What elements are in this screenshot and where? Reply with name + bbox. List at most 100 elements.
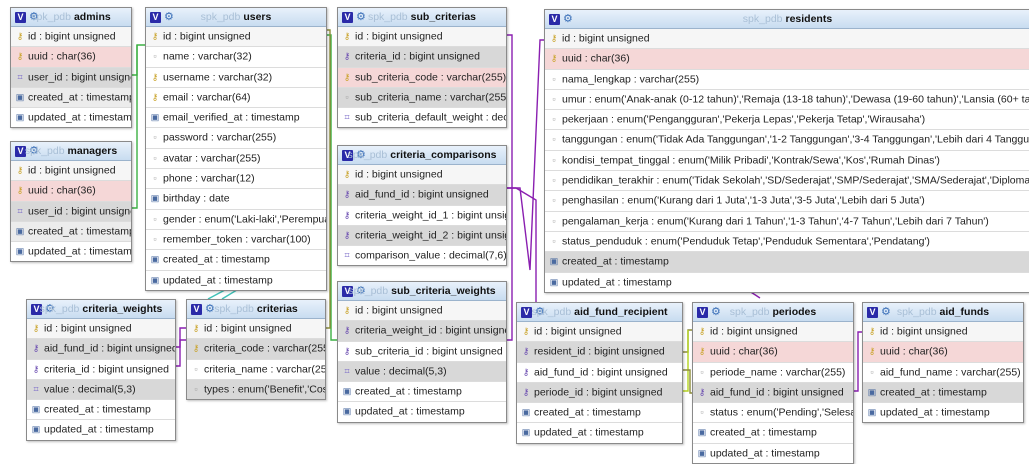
column-row[interactable]: ▣ created_at : timestamp	[863, 381, 1023, 403]
view-toggle-icon[interactable]: V	[15, 145, 26, 157]
column-row[interactable]: ⚷ id : bigint unsigned	[338, 165, 506, 185]
column-row[interactable]: ▫ remember_token : varchar(100)	[146, 228, 326, 249]
column-row[interactable]: ▣ updated_at : timestamp	[693, 442, 853, 463]
table-header[interactable]: V ⚙ spk_pdb residents	[545, 10, 1029, 29]
table-header[interactable]: V ⚙ spk_pdb sub_criterias	[338, 8, 506, 27]
column-row[interactable]: ▫ umur : enum('Anak-anak (0-12 tahun)','R…	[545, 88, 1029, 109]
table-admins[interactable]: V ⚙ spk_pdb admins ⚷ id : bigint unsigned ⚷ uui…	[10, 7, 132, 129]
table-header[interactable]: V ⚙ spk_pdb aid_funds	[863, 303, 1023, 322]
column-row[interactable]: ⚷ id : bigint unsigned	[187, 319, 325, 339]
column-row[interactable]: ⚷ sub_criteria_code : varchar(255)	[338, 66, 506, 87]
table-users[interactable]: V ⚙ spk_pdb users ⚷ id : bigint unsigned ▫ name…	[145, 7, 327, 291]
view-toggle-icon[interactable]: V	[191, 303, 202, 315]
column-row[interactable]: ▣ updated_at : timestamp	[11, 241, 131, 261]
gear-icon[interactable]: ⚙	[205, 300, 215, 318]
gear-icon[interactable]: ⚙	[164, 8, 174, 26]
column-row[interactable]: ⚷ criteria_id : bigint unsigned	[338, 46, 506, 67]
column-row[interactable]: ⚷ id : bigint unsigned	[517, 322, 682, 342]
column-row[interactable]: ▣ created_at : timestamp	[146, 249, 326, 269]
column-row[interactable]: ⚷ id : bigint unsigned	[146, 27, 326, 47]
column-row[interactable]: ⚷ criteria_weight_id_2 : bigint unsigned	[338, 224, 506, 246]
table-header[interactable]: V ⚙ spk_pdb criteria_weights	[27, 300, 175, 319]
table-header[interactable]: V ⚙ spk_pdb criterias	[187, 300, 325, 319]
gear-icon[interactable]: ⚙	[29, 8, 39, 26]
column-row[interactable]: ▣ updated_at : timestamp	[517, 422, 682, 442]
column-row[interactable]: ⚷ periode_id : bigint unsigned	[517, 381, 682, 403]
column-row[interactable]: ▫ status_penduduk : enum('Penduduk Tetap'…	[545, 230, 1029, 251]
column-row[interactable]: ▣ updated_at : timestamp	[863, 402, 1023, 422]
column-row[interactable]: ▫ phone : varchar(12)	[146, 168, 326, 188]
column-row[interactable]: ⚷ id : bigint unsigned	[11, 161, 131, 181]
relationship-line[interactable]	[130, 44, 145, 76]
column-row[interactable]: ⚷ criteria_weight_id : bigint unsigned	[338, 320, 506, 341]
column-row[interactable]: ▣ email_verified_at : timestamp	[146, 107, 326, 127]
column-row[interactable]: ⚷ criteria_id : bigint unsigned	[27, 358, 175, 379]
view-toggle-icon[interactable]: V	[342, 149, 353, 161]
column-row[interactable]: ▫ tanggungan : enum('Tidak Ada Tanggungan…	[545, 129, 1029, 149]
column-row[interactable]: ▣ created_at : timestamp	[693, 422, 853, 442]
table-header[interactable]: V ⚙ spk_pdb admins	[11, 8, 131, 27]
column-row[interactable]: ▫ criteria_name : varchar(255)	[187, 358, 325, 379]
column-row[interactable]: ▣ created_at : timestamp	[338, 381, 506, 401]
column-row[interactable]: ⚷ uuid : char(36)	[11, 46, 131, 67]
gear-icon[interactable]: ⚙	[356, 146, 366, 164]
column-row[interactable]: ▫ kondisi_tempat_tinggal : enum('Milik Pr…	[545, 149, 1029, 170]
gear-icon[interactable]: ⚙	[356, 8, 366, 26]
view-toggle-icon[interactable]: V	[867, 306, 878, 318]
column-row[interactable]: ▣ created_at : timestamp	[545, 251, 1029, 272]
column-row[interactable]: ⚷ aid_fund_id : bigint unsigned	[338, 184, 506, 205]
column-row[interactable]: ▫ name : varchar(32)	[146, 46, 326, 66]
column-row[interactable]: ▣ updated_at : timestamp	[27, 419, 175, 439]
column-row[interactable]: ⚷ id : bigint unsigned	[338, 27, 506, 47]
table-header[interactable]: V ⚙ spk_pdb periodes	[693, 303, 853, 322]
gear-icon[interactable]: ⚙	[356, 282, 366, 300]
column-row[interactable]: ⌗ value : decimal(5,3)	[338, 360, 506, 382]
column-row[interactable]: ▫ pendidikan_terakhir : enum('Tidak Sekol…	[545, 170, 1029, 190]
column-row[interactable]: ⌗ comparison_value : decimal(7,6)	[338, 245, 506, 265]
column-row[interactable]: ⚷ uuid : char(36)	[863, 341, 1023, 362]
table-managers[interactable]: V ⚙ spk_pdb managers ⚷ id : bigint unsigned ⚷ u…	[10, 141, 132, 263]
column-row[interactable]: ⚷ aid_fund_id : bigint unsigned	[693, 381, 853, 403]
table-sub-criterias[interactable]: V ⚙ spk_pdb sub_criterias ⚷ id : bigint unsig…	[337, 7, 507, 129]
view-toggle-icon[interactable]: V	[31, 303, 42, 315]
table-header[interactable]: V ⚙ spk_pdb aid_fund_recipient	[517, 303, 682, 322]
column-row[interactable]: ▫ aid_fund_name : varchar(255)	[863, 361, 1023, 382]
column-row[interactable]: ⚷ id : bigint unsigned	[693, 322, 853, 342]
column-row[interactable]: ⚷ aid_fund_id : bigint unsigned	[517, 361, 682, 382]
table-header[interactable]: V ⚙ spk_pdb criteria_comparisons	[338, 146, 506, 165]
column-row[interactable]: ▣ updated_at : timestamp	[338, 401, 506, 421]
column-row[interactable]: ▣ updated_at : timestamp	[545, 271, 1029, 292]
table-criteria-weights[interactable]: V ⚙ spk_pdb criteria_weights ⚷ id : bigint un…	[26, 299, 176, 441]
gear-icon[interactable]: ⚙	[45, 300, 55, 318]
column-row[interactable]: ▫ gender : enum('Laki-laki','Perempuan')	[146, 208, 326, 229]
column-row[interactable]: ⚷ uuid : char(36)	[545, 48, 1029, 69]
relationship-line[interactable]	[505, 39, 544, 271]
table-sub-criteria-weights[interactable]: V ⚙ spk_pdb sub_criteria_weights ⚷ id : bigin…	[337, 281, 507, 423]
column-row[interactable]: ⚷ id : bigint unsigned	[11, 27, 131, 47]
column-row[interactable]: ▣ created_at : timestamp	[11, 86, 131, 108]
column-row[interactable]: ⚷ resident_id : bigint unsigned	[517, 341, 682, 362]
column-row[interactable]: ⚷ sub_criteria_id : bigint unsigned	[338, 340, 506, 361]
table-aid-fund-recipient[interactable]: V ⚙ spk_pdb aid_fund_recipient ⚷ id : bigint …	[516, 302, 683, 444]
column-row[interactable]: ▫ sub_criteria_name : varchar(255)	[338, 86, 506, 108]
table-aid-funds[interactable]: V ⚙ spk_pdb aid_funds ⚷ id : bigint unsigned ⚷…	[862, 302, 1024, 424]
gear-icon[interactable]: ⚙	[535, 303, 545, 321]
table-header[interactable]: V ⚙ spk_pdb users	[146, 8, 326, 27]
column-row[interactable]: ⚷ id : bigint unsigned	[863, 322, 1023, 342]
column-row[interactable]: ▫ password : varchar(255)	[146, 127, 326, 147]
column-row[interactable]: ▣ created_at : timestamp	[27, 399, 175, 419]
view-toggle-icon[interactable]: V	[342, 11, 353, 23]
view-toggle-icon[interactable]: V	[521, 306, 532, 318]
view-toggle-icon[interactable]: V	[342, 285, 353, 297]
column-row[interactable]: ⌗ user_id : bigint unsigned	[11, 66, 131, 87]
table-periodes[interactable]: V ⚙ spk_pdb periodes ⚷ id : bigint unsigned ⚷ u…	[692, 302, 854, 464]
column-row[interactable]: ⌗ sub_criteria_default_weight : decimal(5…	[338, 107, 506, 127]
table-criterias[interactable]: V ⚙ spk_pdb criterias ⚷ id : bigint unsigned ⚷…	[186, 299, 326, 401]
gear-icon[interactable]: ⚙	[881, 303, 891, 321]
table-header[interactable]: V ⚙ spk_pdb sub_criteria_weights	[338, 282, 506, 301]
column-row[interactable]: ▫ periode_name : varchar(255)	[693, 361, 853, 382]
view-toggle-icon[interactable]: V	[150, 11, 161, 23]
column-row[interactable]: ⌗ value : decimal(5,3)	[27, 378, 175, 400]
column-row[interactable]: ⚷ uuid : char(36)	[693, 341, 853, 362]
column-row[interactable]: ▫ avatar : varchar(255)	[146, 147, 326, 168]
